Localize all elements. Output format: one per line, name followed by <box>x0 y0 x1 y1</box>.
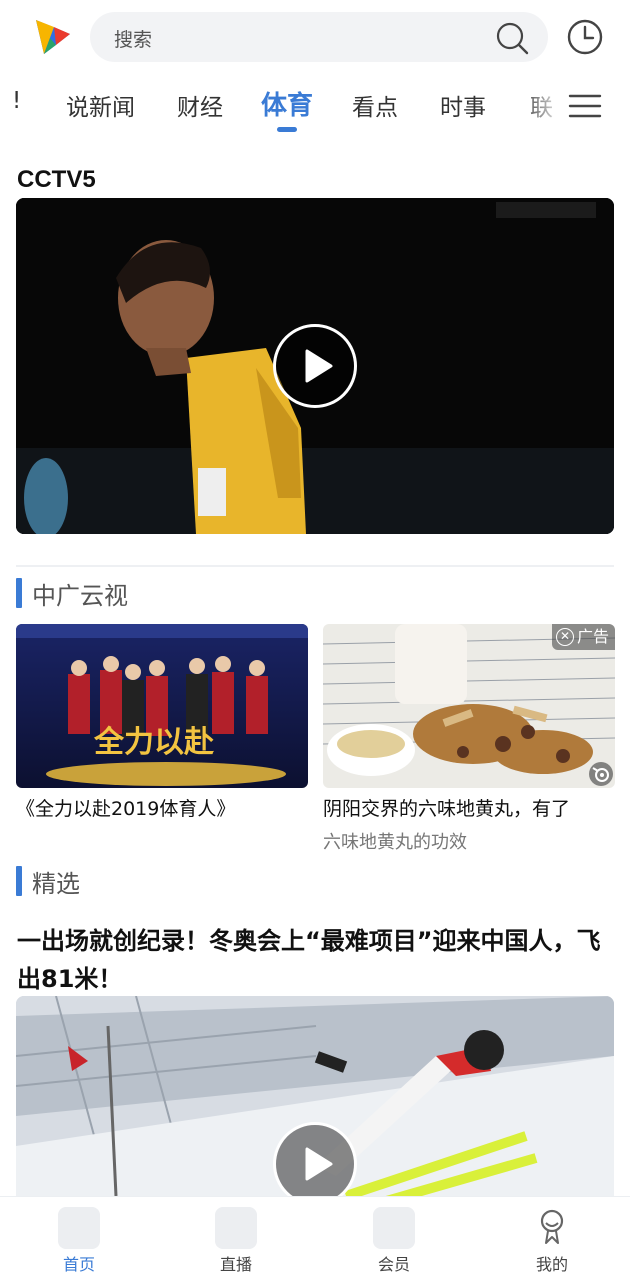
section-accent-bar <box>16 866 22 896</box>
close-icon[interactable]: ✕ <box>555 628 574 646</box>
bottom-navigation: 首页 直播 会员 我的 <box>0 1196 630 1280</box>
section-accent-bar <box>16 578 22 608</box>
play-icon <box>305 1147 333 1181</box>
tab-news-talk[interactable]: 说新闻 <box>66 88 135 122</box>
ad-card[interactable]: ✕ 广告 阴阳交界的六味地黄丸，有了 六味地黄丸的功效 <box>323 624 615 853</box>
play-button[interactable] <box>273 1122 357 1206</box>
tab-current-affairs[interactable]: 时事 <box>440 88 486 122</box>
nav-membership[interactable]: 会员 <box>349 1205 439 1279</box>
section-title: 精选 <box>32 870 80 898</box>
section-title: 中广云视 <box>32 582 128 610</box>
article-title[interactable]: 一出场就创纪录！冬奥会上“最难项目”迎来中国人，飞出81米！ <box>17 922 617 998</box>
tab-finance[interactable]: 财经 <box>177 88 223 122</box>
ad-badge[interactable]: ✕ 广告 <box>551 624 615 650</box>
nav-label: 会员 <box>377 1255 410 1274</box>
nav-label: 我的 <box>535 1255 568 1274</box>
ad-mark-icon <box>589 762 613 786</box>
search-icon[interactable] <box>494 20 530 56</box>
nav-label: 直播 <box>219 1255 252 1274</box>
tab-partial-left[interactable]: ! <box>12 88 21 114</box>
live-icon <box>215 1207 257 1249</box>
svg-text:全力以赴: 全力以赴 <box>93 725 215 760</box>
cctv5-title: CCTV5 <box>17 166 96 193</box>
history-clock-icon[interactable] <box>566 18 604 56</box>
ad-label: 广告 <box>576 627 609 646</box>
home-icon <box>58 1207 100 1249</box>
nav-profile[interactable]: 我的 <box>507 1205 597 1279</box>
card-title: 阴阳交界的六味地黄丸，有了 <box>323 798 571 820</box>
menu-icon[interactable] <box>568 92 602 120</box>
profile-icon <box>540 1209 564 1244</box>
card-title: 《全力以赴2019体育人》 <box>16 798 236 820</box>
search-bar[interactable]: 搜索 <box>90 12 548 62</box>
cctv5-video-player[interactable] <box>16 198 614 534</box>
search-input[interactable]: 搜索 <box>114 25 152 52</box>
active-tab-indicator <box>277 127 297 132</box>
top-header: 搜索 <box>0 0 630 76</box>
nav-label: 首页 <box>62 1255 95 1274</box>
card-thumbnail: 全力以赴 <box>16 624 308 788</box>
card-thumbnail: ✕ 广告 <box>323 624 615 788</box>
membership-icon <box>373 1207 415 1249</box>
nav-live[interactable]: 直播 <box>191 1205 281 1279</box>
app-logo-icon[interactable] <box>30 14 76 60</box>
stage-group-image: 全力以赴 <box>16 624 308 788</box>
tab-sports[interactable]: 体育 <box>261 85 313 122</box>
section-divider <box>16 565 614 567</box>
video-card[interactable]: 全力以赴 《全力以赴2019体育人》 <box>16 624 308 820</box>
play-icon <box>305 349 333 383</box>
card-subtitle: 六味地黄丸的功效 <box>323 832 467 853</box>
tab-highlights[interactable]: 看点 <box>352 88 398 122</box>
channel-tabs: ! 说新闻 财经 体育 看点 时事 联 <box>0 80 630 136</box>
article-video-player[interactable] <box>16 996 614 1216</box>
play-button[interactable] <box>273 324 357 408</box>
nav-home[interactable]: 首页 <box>34 1205 124 1279</box>
